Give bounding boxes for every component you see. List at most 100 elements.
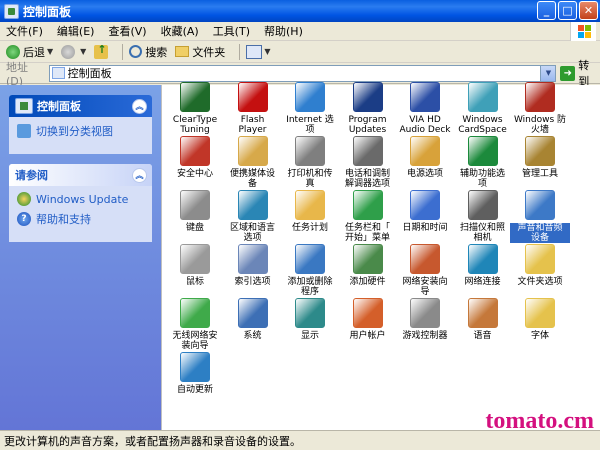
control-panel-item[interactable]: Internet 选项 xyxy=(280,82,340,138)
speech-icon xyxy=(467,298,498,328)
control-panel-item[interactable]: 字体 xyxy=(510,298,570,354)
control-panel-item[interactable]: 管理工具 xyxy=(510,136,570,192)
see-also-panel: 请参阅 ︽ Windows Update ? 帮助和支持 xyxy=(9,164,152,242)
internet-options-icon xyxy=(295,82,325,112)
folder-up-icon xyxy=(94,43,109,59)
folders-button[interactable]: 文件夹 xyxy=(175,44,225,60)
wireless-setup-icon xyxy=(180,298,210,328)
control-panel-item[interactable]: 任务计划 xyxy=(280,190,340,246)
control-panel-items: ClearType Tuning Flash Player Internet 选项 Pro… xyxy=(161,82,600,430)
dropdown-arrow-icon[interactable]: ▼ xyxy=(540,65,556,81)
control-panel-item[interactable]: Windows CardSpace xyxy=(453,82,513,138)
control-panel-item[interactable]: 游戏控制器 xyxy=(395,298,455,354)
control-panel-panel: 控制面板 ︽ 切换到分类视图 xyxy=(9,95,152,154)
system-icon xyxy=(237,298,268,328)
control-panel-item[interactable]: 电源选项 xyxy=(395,136,455,192)
item-label: 电话和调制 xyxy=(344,169,390,179)
toolbar: 后退 ▼ ▼ 搜索 文件夹 ▼ xyxy=(0,41,600,63)
control-panel-item[interactable]: Flash Player xyxy=(223,82,283,138)
menu-file[interactable]: 文件(F) xyxy=(6,23,43,39)
control-panel-item[interactable]: 文件夹选项 xyxy=(510,244,570,300)
network-connections-icon xyxy=(467,244,498,274)
see-also-header[interactable]: 请参阅 ︽ xyxy=(9,164,152,186)
address-label: 地址(D) xyxy=(6,60,28,88)
cardspace-icon xyxy=(467,82,498,112)
close-button[interactable]: ✕ xyxy=(579,1,598,20)
maximize-button[interactable]: □ xyxy=(558,1,577,20)
collapse-icon[interactable]: ︽ xyxy=(132,167,147,183)
collapse-icon[interactable]: ︽ xyxy=(132,98,147,114)
phone-modem-icon xyxy=(352,136,383,166)
item-label: 任务计划 xyxy=(291,223,328,233)
control-panel-item[interactable]: Windows 防火墙 xyxy=(510,82,570,138)
folder-icon xyxy=(175,46,190,57)
control-panel-item[interactable]: 打印机和传真 xyxy=(280,136,340,192)
control-panel-item[interactable]: 用户帐户 xyxy=(338,298,398,354)
control-panel-item[interactable]: 语音 xyxy=(453,298,513,354)
switch-to-category-view-link[interactable]: 切换到分类视图 xyxy=(17,123,144,139)
menu-bar: 文件(F) 编辑(E) 查看(V) 收藏(A) 工具(T) 帮助(H) xyxy=(0,22,600,41)
views-button[interactable]: ▼ xyxy=(246,44,270,59)
control-panel-item[interactable]: 网络安装向导 xyxy=(395,244,455,300)
control-panel-item[interactable]: 辅助功能选项 xyxy=(453,136,513,192)
menu-help[interactable]: 帮助(H) xyxy=(264,23,303,39)
control-panel-item[interactable]: 网络连接 xyxy=(453,244,513,300)
item-label: 添加或删除 xyxy=(287,277,333,287)
item-label: Flash xyxy=(240,115,265,125)
control-panel-item[interactable]: 添加硬件 xyxy=(338,244,398,300)
control-panel-item[interactable]: 日期和时间 xyxy=(395,190,455,246)
control-panel-item[interactable]: 添加或删除 程序 xyxy=(280,244,340,300)
control-panel-item[interactable]: 任务栏和「 开始」菜单 xyxy=(338,190,398,246)
accessibility-icon xyxy=(467,136,498,166)
menu-edit[interactable]: 编辑(E) xyxy=(57,23,95,39)
address-input[interactable]: 控制面板 ▼ xyxy=(48,64,557,82)
control-panel-item[interactable]: 索引选项 xyxy=(223,244,283,300)
menu-tools[interactable]: 工具(T) xyxy=(213,23,250,39)
item-label: Internet 选 xyxy=(286,115,334,125)
watermark: tomato.cm xyxy=(485,408,594,434)
item-label-line2: 备 xyxy=(247,179,257,189)
back-button[interactable]: 后退 ▼ xyxy=(6,44,53,60)
item-label-line2: 真 xyxy=(305,179,315,189)
item-label: 打印机和传 xyxy=(287,169,333,179)
help-and-support-link[interactable]: ? 帮助和支持 xyxy=(17,211,144,227)
control-panel-item[interactable]: 键盘 xyxy=(165,190,225,246)
item-label: 安全中心 xyxy=(176,169,213,179)
control-panel-item[interactable]: 无线网络安 装向导 xyxy=(165,298,225,354)
minimize-button[interactable]: _ xyxy=(537,1,556,20)
control-panel-header[interactable]: 控制面板 ︽ xyxy=(9,95,152,117)
item-label-line2: 装向导 xyxy=(181,341,209,351)
item-label: 自动更新 xyxy=(176,385,213,395)
control-panel-item[interactable]: 鼠标 xyxy=(165,244,225,300)
menu-view[interactable]: 查看(V) xyxy=(108,23,146,39)
game-controllers-icon xyxy=(410,298,440,328)
address-value: 控制面板 xyxy=(67,67,112,80)
views-icon xyxy=(246,44,263,59)
control-panel-item[interactable]: 便携媒体设备 xyxy=(223,136,283,192)
menu-favorites[interactable]: 收藏(A) xyxy=(161,23,199,39)
item-label-line2: 设备 xyxy=(510,233,570,243)
forward-arrow-icon xyxy=(61,44,76,59)
panel-title: 请参阅 xyxy=(15,169,48,182)
folder-options-icon xyxy=(525,244,555,274)
control-panel-item[interactable]: 显示 xyxy=(280,298,340,354)
admin-tools-icon xyxy=(525,136,555,166)
control-panel-item[interactable]: 安全中心 xyxy=(165,136,225,192)
control-panel-item[interactable]: 自动更新 xyxy=(165,352,225,408)
control-panel-item[interactable]: VIA HD Audio Deck xyxy=(395,82,455,138)
control-panel-item[interactable]: 电话和调制 解调器选项 xyxy=(338,136,398,192)
control-panel-item[interactable]: Program Updates xyxy=(338,82,398,138)
control-panel-item[interactable]: 扫描仪和照 相机 xyxy=(453,190,513,246)
mouse-icon xyxy=(180,244,210,274)
forward-button[interactable]: ▼ xyxy=(61,44,86,59)
control-panel-item[interactable]: 声音和音频 设备 xyxy=(510,190,570,246)
search-label: 搜索 xyxy=(145,45,168,59)
control-panel-item[interactable]: ClearType Tuning xyxy=(165,82,225,138)
control-panel-item[interactable]: 系统 xyxy=(223,298,283,354)
search-button[interactable]: 搜索 xyxy=(129,44,167,60)
help-icon: ? xyxy=(17,212,31,226)
windows-update-link[interactable]: Windows Update xyxy=(17,192,144,206)
up-button[interactable] xyxy=(94,43,109,59)
control-panel-item[interactable]: 区域和语言 选项 xyxy=(223,190,283,246)
task-pane: 控制面板 ︽ 切换到分类视图 请参阅 ︽ Windows Update ? 帮助… xyxy=(0,85,161,430)
